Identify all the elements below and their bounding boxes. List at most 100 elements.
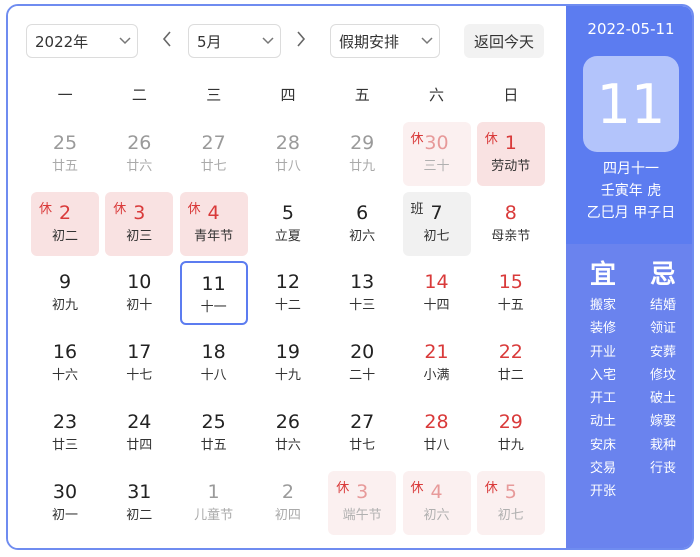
day-cell[interactable]: 22 廿二 xyxy=(477,331,545,395)
yi-item: 交易 xyxy=(589,461,616,477)
lunar-label: 廿三 xyxy=(51,437,78,453)
day-number: 5 xyxy=(504,480,517,503)
day-cell[interactable]: 28 廿八 xyxy=(254,122,322,186)
day-cell[interactable]: 16 十六 xyxy=(31,331,99,395)
calendar-widget: 2022年 5月 假期安排 返回今天 一 二 三 四 五 六 日 25 廿五 2… xyxy=(6,4,694,550)
prev-month-button[interactable] xyxy=(156,24,178,58)
day-cell[interactable]: 12 十二 xyxy=(254,261,322,325)
holiday-select[interactable]: 假期安排 xyxy=(330,24,440,58)
day-cell[interactable]: 15 十五 xyxy=(477,261,545,325)
back-to-today-button[interactable]: 返回今天 xyxy=(464,24,544,58)
day-cell[interactable]: 班 7 初七 xyxy=(402,191,471,256)
day-cell[interactable]: 25 廿五 xyxy=(31,122,99,186)
day-cell[interactable]: 休 30 三十 xyxy=(402,122,471,186)
lunar-label: 青年节 xyxy=(194,228,234,244)
day-cell-today[interactable]: 11 十一 xyxy=(179,261,248,326)
day-cell[interactable]: 5 立夏 xyxy=(254,192,322,256)
day-number: 9 xyxy=(58,271,72,294)
ji-item: 栽种 xyxy=(649,437,676,453)
ji-item: 安葬 xyxy=(649,344,676,360)
day-cell[interactable]: 18 十八 xyxy=(180,331,248,395)
lunar-label: 十二 xyxy=(274,298,301,314)
day-cell[interactable]: 1 儿童节 xyxy=(180,471,248,535)
day-cell[interactable]: 17 十七 xyxy=(105,331,173,395)
day-cell[interactable]: 9 初九 xyxy=(31,261,99,325)
selected-date: 2022-05-11 xyxy=(587,20,675,38)
chevron-down-icon xyxy=(256,25,280,57)
day-cell[interactable]: 休 1 劳动节 xyxy=(476,122,545,186)
yi-item: 动土 xyxy=(589,414,616,430)
day-cell[interactable]: 27 廿七 xyxy=(180,122,248,186)
day-cell[interactable]: 31 初二 xyxy=(105,471,173,535)
lunar-label: 初四 xyxy=(274,507,301,523)
day-number: 28 xyxy=(424,410,449,433)
lunar-label: 十三 xyxy=(349,298,376,314)
day-cell[interactable]: 24 廿四 xyxy=(105,401,173,465)
day-cell[interactable]: 30 初一 xyxy=(31,471,99,535)
date-info-panel: 2022-05-11 11 四月十一 壬寅年 虎 乙巳月 甲子日 宜 搬家 装修开… xyxy=(566,6,692,548)
ji-title: 忌 xyxy=(649,260,676,290)
day-number: 25 xyxy=(201,410,226,433)
day-number: 4 xyxy=(207,201,220,224)
day-cell[interactable]: 29 廿九 xyxy=(328,122,396,186)
yi-item: 开张 xyxy=(589,484,616,500)
day-cell[interactable]: 10 初十 xyxy=(105,261,173,325)
lunar-label: 初二 xyxy=(126,507,153,523)
day-cell[interactable]: 休 2 初二 xyxy=(31,191,99,256)
day-cell[interactable]: 6 初六 xyxy=(328,192,396,256)
day-cell[interactable]: 28 廿八 xyxy=(403,401,471,465)
day-number: 11 xyxy=(201,273,226,296)
month-select[interactable]: 5月 xyxy=(188,24,281,58)
day-cell[interactable]: 23 廿三 xyxy=(31,401,99,465)
day-cell[interactable]: 27 廿七 xyxy=(328,401,396,465)
day-cell[interactable]: 19 十九 xyxy=(254,331,322,395)
day-cell[interactable]: 休 4 青年节 xyxy=(179,191,248,256)
day-cell[interactable]: 26 廿六 xyxy=(254,401,322,465)
day-cell[interactable]: 26 廿六 xyxy=(105,122,173,186)
year-select[interactable]: 2022年 xyxy=(26,24,138,58)
lunar-label: 母亲节 xyxy=(491,228,531,244)
day-cell[interactable]: 休 4 初六 xyxy=(402,470,471,535)
lunar-label: 廿五 xyxy=(200,437,227,453)
lunar-label: 十八 xyxy=(200,368,227,384)
lunar-label: 廿六 xyxy=(274,437,301,453)
day-cell[interactable]: 25 廿五 xyxy=(180,401,248,465)
day-cell[interactable]: 21 小满 xyxy=(403,331,471,395)
ji-item: 领证 xyxy=(649,321,676,337)
yi-item: 开业 xyxy=(589,344,616,360)
lunar-label: 初六 xyxy=(349,228,376,244)
next-month-button[interactable] xyxy=(290,24,312,58)
weekday-label: 六 xyxy=(429,86,445,104)
lunar-label: 廿五 xyxy=(51,159,78,174)
day-number: 30 xyxy=(52,480,78,503)
day-cell[interactable]: 20 二十 xyxy=(328,331,396,395)
day-number: 28 xyxy=(275,132,300,154)
weekday-header: 一 二 三 四 五 六 日 xyxy=(28,84,548,105)
day-cell[interactable]: 13 十三 xyxy=(328,261,396,325)
lunar-date: 四月十一 xyxy=(603,161,659,177)
day-cell[interactable]: 14 十四 xyxy=(403,261,471,325)
lunar-label: 廿七 xyxy=(200,159,227,174)
day-number: 3 xyxy=(356,480,369,503)
day-cell[interactable]: 29 廿九 xyxy=(477,401,545,465)
day-number: 30 xyxy=(424,132,449,154)
calendar-main: 2022年 5月 假期安排 返回今天 一 二 三 四 五 六 日 25 廿五 2… xyxy=(8,6,566,548)
day-cell[interactable]: 休 3 端午节 xyxy=(328,470,397,535)
day-number: 15 xyxy=(498,271,523,294)
day-cell[interactable]: 8 母亲节 xyxy=(477,192,545,256)
chevron-down-icon xyxy=(415,25,439,57)
lunar-label: 二十 xyxy=(349,368,376,384)
day-cell[interactable]: 2 初四 xyxy=(254,471,322,535)
yi-item: 装修 xyxy=(589,321,616,337)
day-cell[interactable]: 休 5 初七 xyxy=(476,470,545,535)
yi-list: 搬家 装修 开业 入宅 开工 动土 安床 交易 开张 xyxy=(578,294,628,504)
lunar-label: 初七 xyxy=(497,507,524,523)
day-number: 2 xyxy=(281,480,294,503)
day-number: 1 xyxy=(504,132,517,154)
lunar-label: 十四 xyxy=(423,298,450,314)
ji-item: 修坟 xyxy=(649,367,676,383)
month-select-value: 5月 xyxy=(197,32,222,51)
day-cell[interactable]: 休 3 初三 xyxy=(105,191,174,256)
day-number: 6 xyxy=(356,201,369,224)
lunar-label: 廿四 xyxy=(126,437,153,453)
